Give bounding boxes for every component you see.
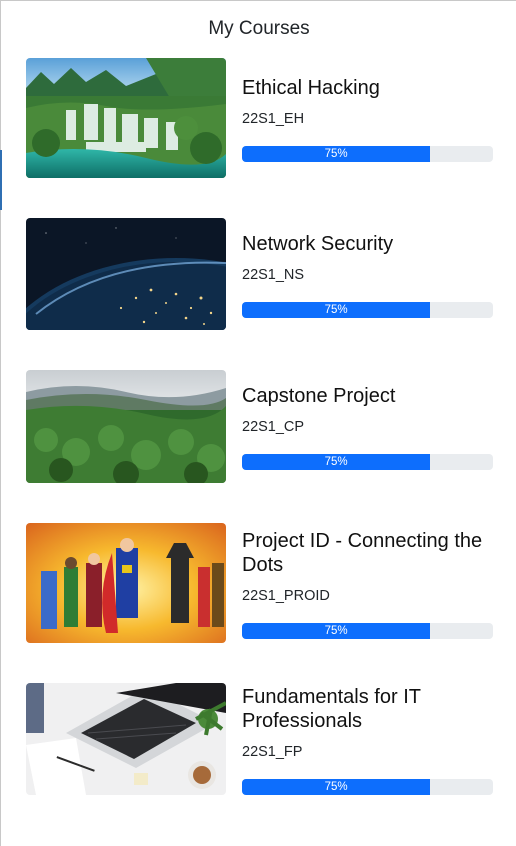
progress-bar: 75%: [242, 302, 431, 318]
progress-bar: 75%: [242, 623, 431, 639]
progress-track: 75%: [242, 146, 493, 162]
course-info: Network Security 22S1_NS 75%: [242, 218, 493, 318]
course-list: Ethical Hacking 22S1_EH 75% Network Secu…: [0, 0, 516, 846]
course-info: Project ID - Connecting the Dots 22S1_PR…: [242, 523, 493, 639]
progress-track: 75%: [242, 302, 493, 318]
progress-bar: 75%: [242, 454, 431, 470]
course-code: 22S1_CP: [242, 419, 305, 435]
course-code: 22S1_PROID: [242, 588, 330, 604]
course-title[interactable]: Fundamentals for IT Professionals: [242, 685, 493, 733]
progress-track: 75%: [242, 779, 493, 795]
progress-bar: 75%: [242, 146, 431, 162]
course-image[interactable]: [26, 683, 226, 795]
progress-bar: 75%: [242, 779, 431, 795]
course-title[interactable]: Network Security: [242, 232, 493, 256]
progress-track: 75%: [242, 454, 493, 470]
course-title[interactable]: Capstone Project: [242, 384, 493, 408]
course-image[interactable]: [26, 370, 226, 483]
course-title[interactable]: Ethical Hacking: [242, 76, 493, 100]
course-image[interactable]: [26, 218, 226, 330]
course-title[interactable]: Project ID - Connecting the Dots: [242, 529, 493, 577]
course-code: 22S1_FP: [242, 744, 303, 760]
course-image[interactable]: [26, 58, 226, 178]
course-code: 22S1_EH: [242, 111, 305, 127]
course-code: 22S1_NS: [242, 267, 305, 283]
course-info: Ethical Hacking 22S1_EH 75%: [242, 58, 493, 162]
course-image[interactable]: [26, 523, 226, 643]
progress-track: 75%: [242, 623, 493, 639]
course-info: Capstone Project 22S1_CP 75%: [242, 370, 493, 470]
course-info: Fundamentals for IT Professionals 22S1_F…: [242, 683, 493, 795]
